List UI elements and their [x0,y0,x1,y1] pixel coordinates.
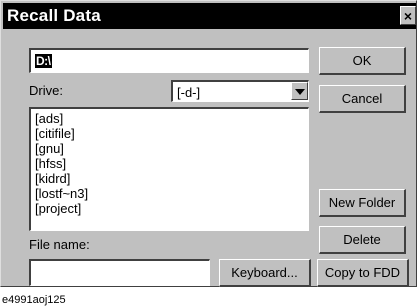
drive-select[interactable]: [-d-] [171,80,309,102]
close-icon: × [403,8,413,24]
file-name-input[interactable] [29,259,210,286]
list-item[interactable]: [citifile] [35,126,88,141]
dialog-title: Recall Data [7,6,101,25]
figure-caption: e4991aoj125 [2,294,66,306]
drive-selected-value: [-d-] [177,85,201,100]
list-item[interactable]: [hfss] [35,156,88,171]
drive-label: Drive: [29,83,63,98]
directory-list[interactable]: [ads] [citifile] [gnu] [hfss] [kidrd] [lostf~… [29,107,309,231]
list-item[interactable]: [ads] [35,111,88,126]
copy-to-fdd-button[interactable]: Copy to FDD [317,259,409,287]
ok-button[interactable]: OK [319,47,406,75]
list-item[interactable]: [kidrd] [35,171,88,186]
list-item[interactable]: [project] [35,201,88,216]
keyboard-button[interactable]: Keyboard... [219,259,311,287]
recall-data-dialog: Recall Data × D:\ Drive: [-d-] [ads] [cit… [0,0,417,287]
cancel-button[interactable]: Cancel [319,85,406,113]
title-bar[interactable]: Recall Data × [3,3,416,29]
close-button[interactable]: × [400,6,416,25]
file-name-label: File name: [29,237,90,252]
chevron-down-icon [295,89,305,95]
path-value: D:\ [35,54,52,68]
path-input[interactable]: D:\ [29,48,309,73]
list-item[interactable]: [lostf~n3] [35,186,88,201]
delete-button[interactable]: Delete [319,226,406,254]
drive-dropdown-button[interactable] [291,82,308,100]
directory-list-items: [ads] [citifile] [gnu] [hfss] [kidrd] [lostf~… [35,111,88,216]
new-folder-button[interactable]: New Folder [319,189,406,217]
list-item[interactable]: [gnu] [35,141,88,156]
